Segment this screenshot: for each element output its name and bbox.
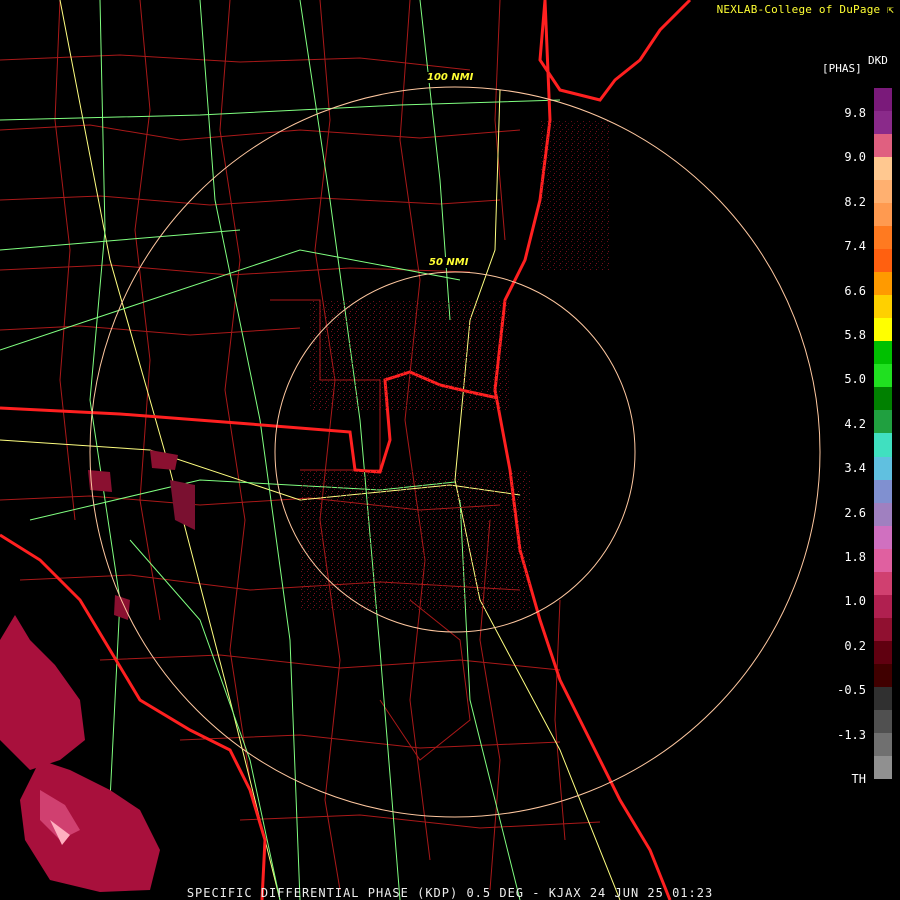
- colorbar-swatch: [874, 479, 892, 503]
- colorbar-swatch: [874, 732, 892, 756]
- colorbar-swatch: [874, 295, 892, 319]
- colorbar-swatch: [874, 548, 892, 572]
- colorbar-swatch: [874, 571, 892, 595]
- colorbar-tick-label: 4.2: [844, 416, 866, 431]
- colorbar-swatch: [874, 134, 892, 158]
- colorbar-swatch: [874, 502, 892, 526]
- clutter-field-south: [300, 470, 530, 610]
- colorbar-tick-label: -0.5: [837, 683, 866, 698]
- unit-label: [PHAS]: [822, 62, 862, 75]
- coastal-marsh-echo: [540, 120, 610, 270]
- colorbar-swatch: [874, 778, 892, 802]
- colorbar-tick-label: 1.8: [844, 550, 866, 564]
- branding: NEXLAB-College of DuPage ⇱: [717, 3, 894, 16]
- colorbar-tick-label: 5.0: [844, 372, 866, 387]
- branding-text: NEXLAB-College of DuPage: [716, 3, 881, 16]
- colorbar-swatch: [874, 226, 892, 250]
- colorbar-tick-label: 1.0: [844, 594, 866, 609]
- colorbar-swatch: [874, 180, 892, 204]
- radar-map: [0, 0, 821, 900]
- colorbar-tick-label: 5.8: [844, 328, 866, 342]
- radar-display: 50 NMI 100 NMI NEXLAB-College of DuPage …: [0, 0, 900, 900]
- arrow-corner-icon: ⇱: [887, 3, 894, 16]
- colorbar-swatch: [874, 387, 892, 411]
- storm-echo-southwest: [0, 450, 195, 892]
- colorbar-tick-label: 8.2: [844, 194, 866, 209]
- colorbar-swatch: [874, 663, 892, 687]
- colorbar-swatch: [874, 364, 892, 388]
- colorbar-tick-label: -1.3: [837, 727, 866, 742]
- colorbar: [874, 88, 892, 802]
- colorbar-swatch: [874, 157, 892, 181]
- colorbar-tick-label: TH: [851, 772, 866, 786]
- colorbar-swatch: [874, 525, 892, 549]
- colorbar-tick-label: 7.4: [844, 239, 866, 254]
- colorbar-swatch: [874, 203, 892, 227]
- colorbar-swatch: [874, 318, 892, 342]
- colorbar-swatch: [874, 686, 892, 710]
- colorbar-swatch: [874, 617, 892, 641]
- colorbar-swatch: [874, 249, 892, 273]
- colorbar-swatch: [874, 456, 892, 480]
- colorbar-swatch: [874, 640, 892, 664]
- colorbar-tick-label: 6.6: [844, 283, 866, 298]
- colorbar-swatch: [874, 594, 892, 618]
- colorbar-swatch: [874, 111, 892, 135]
- colorbar-swatch: [874, 410, 892, 434]
- range-ring-label-50: 50 NMI: [428, 257, 470, 268]
- colorbar-tick-label: 9.0: [844, 150, 866, 165]
- colorbar-swatch: [874, 272, 892, 296]
- colorbar-tick-label: 2.6: [844, 505, 866, 520]
- colorbar-tick-label: 9.8: [844, 106, 866, 120]
- colorbar-tick-label: 0.2: [844, 638, 866, 653]
- colorbar-swatch: [874, 433, 892, 457]
- colorbar-swatch: [874, 88, 892, 112]
- colorbar-tick-label: 3.4: [844, 461, 866, 476]
- highways: [0, 0, 621, 900]
- product-code: DKD: [868, 54, 888, 67]
- clutter-field-north: [310, 300, 510, 410]
- range-ring-label-100: 100 NMI: [426, 72, 475, 83]
- colorbar-swatch: [874, 709, 892, 733]
- range-ring-100: [89, 86, 821, 818]
- colorbar-swatch: [874, 755, 892, 779]
- product-title: SPECIFIC DIFFERENTIAL PHASE (KDP) 0.5 DE…: [186, 886, 714, 900]
- colorbar-swatch: [874, 341, 892, 365]
